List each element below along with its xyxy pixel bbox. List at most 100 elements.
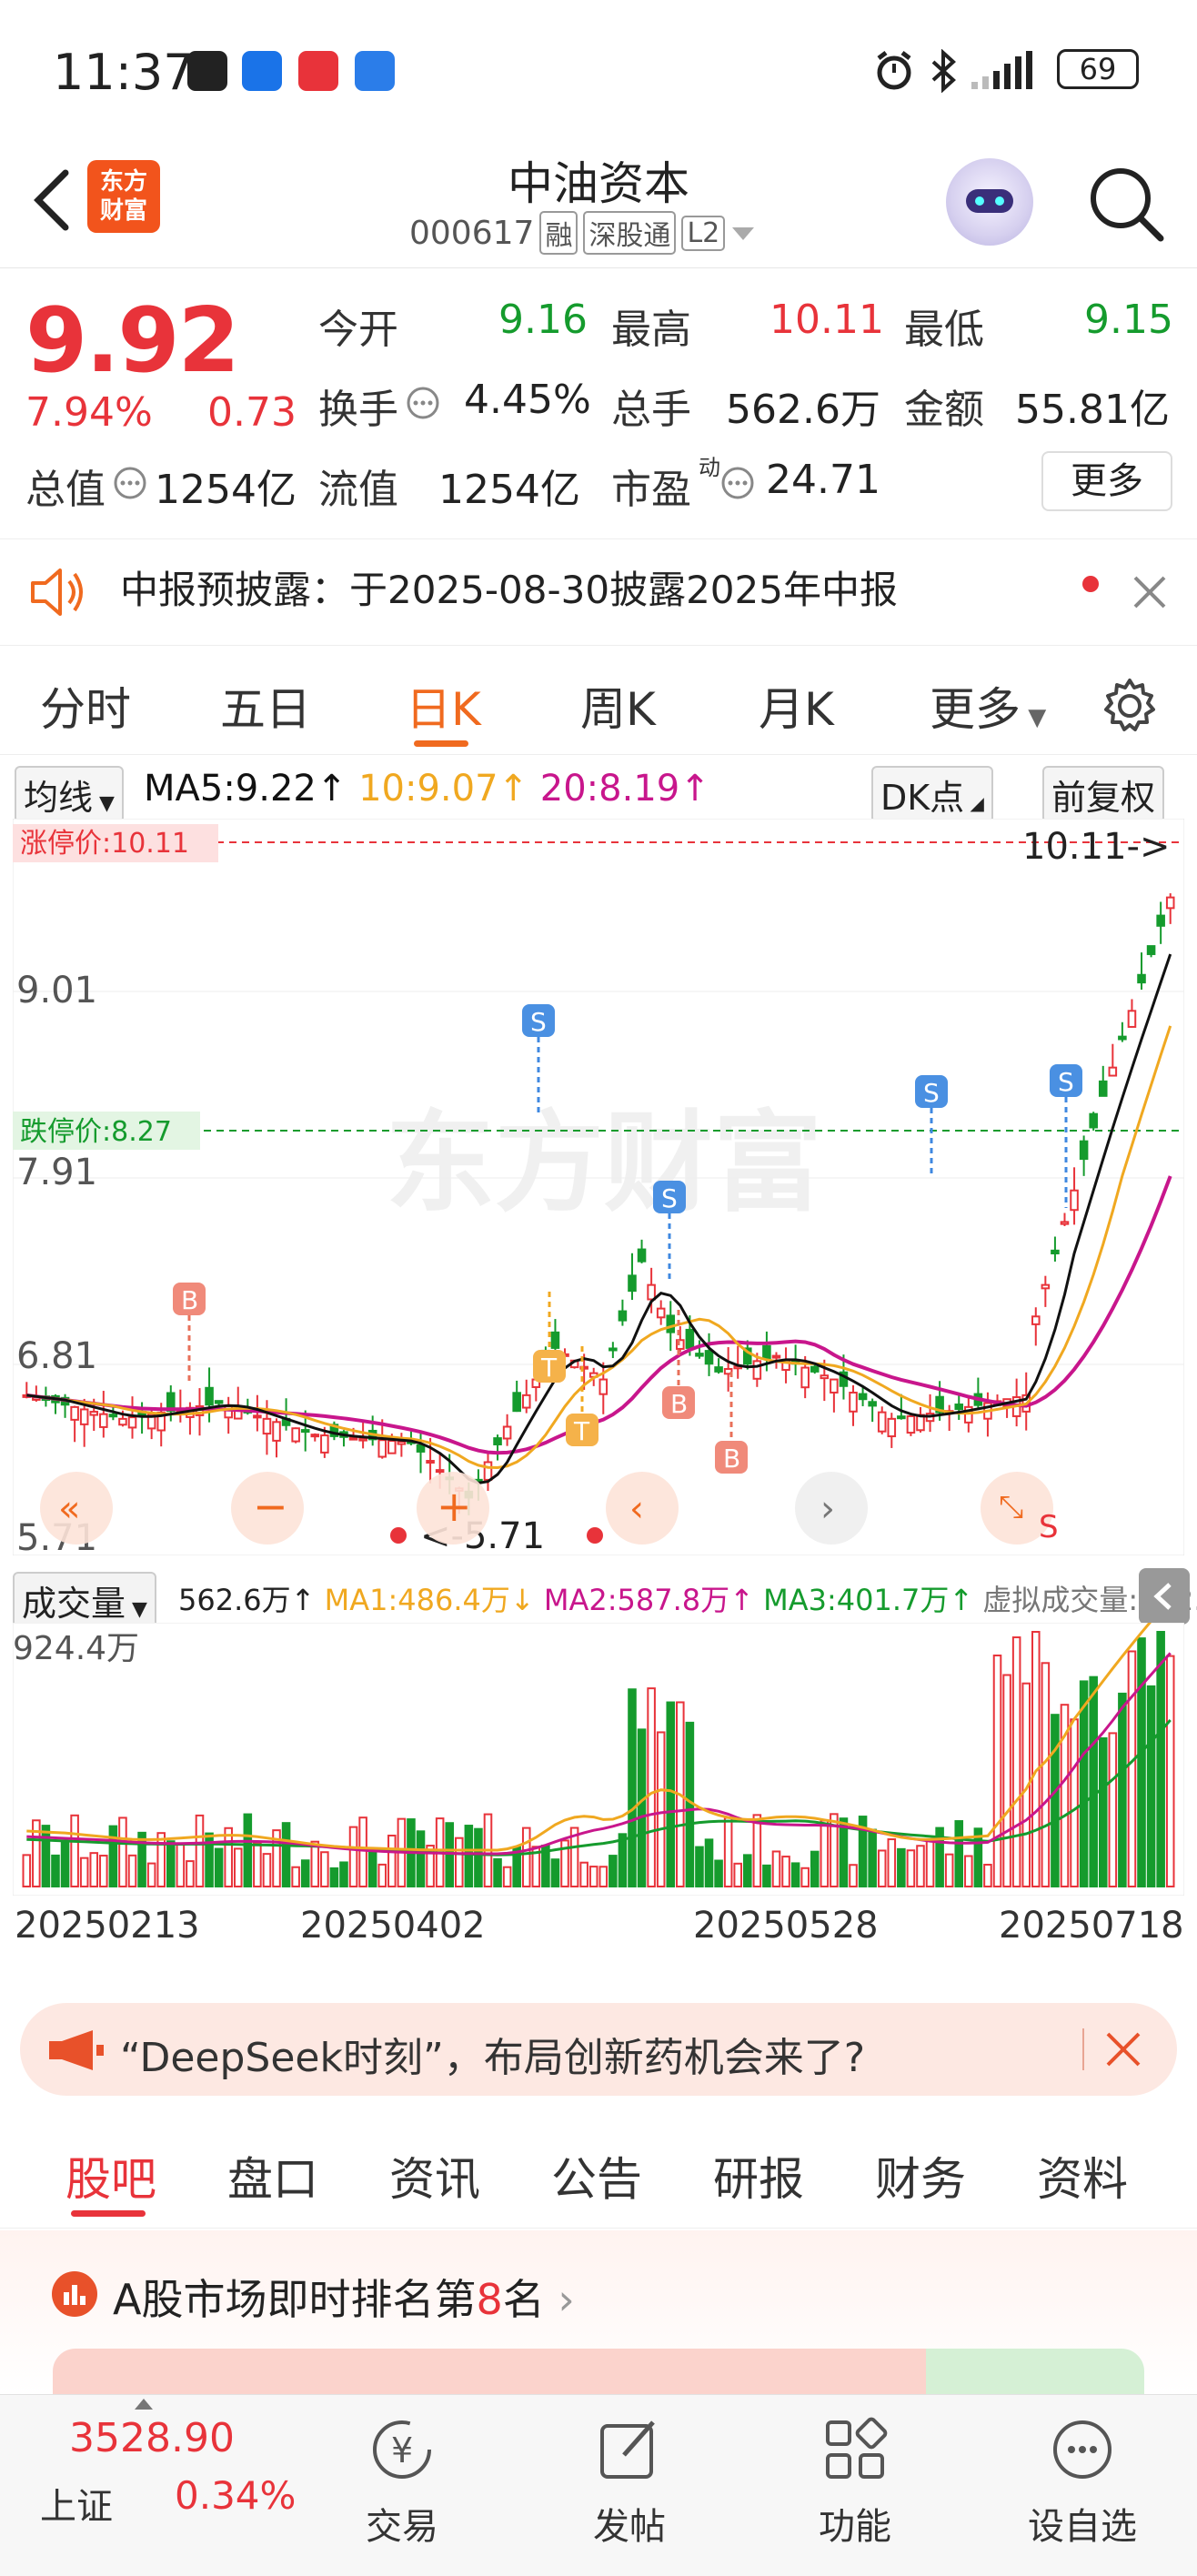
volume-bar [944,1853,954,1888]
chevron-right-icon: › [544,2275,575,2324]
dk-point-button[interactable]: DK点 ◢ [871,766,993,823]
info-dots-icon[interactable] [720,466,755,500]
svg-text:B: B [670,1389,688,1419]
volume-ma2: MA2:587.8万↑ [543,1583,754,1617]
tab-financials[interactable]: 财务 [875,2143,966,2209]
candle-body [320,1434,329,1454]
nav-post[interactable]: 发帖 [557,2413,702,2550]
info-dots-icon[interactable] [113,466,147,500]
volume-bar [647,1687,656,1888]
ma-selector[interactable]: 均线 ▼ [15,766,124,823]
volume-bar [22,1854,32,1888]
volume-bar [118,1816,127,1887]
candle-body [1060,1221,1070,1225]
volume-bar [1041,1662,1051,1887]
tab-order-book[interactable]: 盘口 [227,2143,318,2209]
volume-bar [906,1849,916,1888]
pe-dynamic-mark: 动 [699,455,720,480]
collapse-panel-button[interactable] [1139,1568,1190,1625]
notice-bar[interactable]: 中报预披露：于2025-08-30披露2025年中报 [0,538,1197,646]
adjust-button[interactable]: 前复权 [1042,766,1165,823]
volume-bar [550,1858,560,1887]
settings-gear-icon[interactable] [1101,677,1159,735]
volume-bar [291,1866,300,1887]
candle-body [1031,1315,1041,1325]
tab-weekly-k[interactable]: 周K [580,673,656,739]
candle-body [714,1366,723,1373]
low-value: 9.15 [1084,297,1173,343]
tab-research[interactable]: 研报 [713,2143,804,2209]
tab-intraday[interactable]: 分时 [40,673,131,739]
total-volume-label: 总手 [611,387,691,433]
stock-code-row[interactable]: 000617 融 深股通 L2 [409,211,756,255]
ai-robot-avatar[interactable] [946,158,1033,246]
volume-bar [1002,1674,1011,1887]
nav-functions[interactable]: 功能 [782,2413,928,2550]
tab-forum[interactable]: 股吧 [65,2143,156,2209]
kline-chart[interactable]: 东方财富 涨停价:10.11 跌停价:8.27 9.01 7.91 6.81 5… [13,819,1184,1555]
turnover-value: 4.45% [464,377,591,423]
volume-bar [887,1838,897,1887]
status-bar: 11:37 69 [0,0,1197,136]
volume-bar [214,1847,224,1888]
megaphone-icon [49,2030,104,2070]
volume-bar [1011,1636,1021,1888]
svg-text:B: B [181,1285,198,1315]
tab-news[interactable]: 资讯 [389,2143,480,2209]
volume-bar [79,1857,89,1887]
svg-text:S: S [1058,1067,1074,1097]
promo-banner[interactable]: “DeepSeek时刻”，布局创新药机会来了? [20,2003,1177,2096]
volume-bar [416,1830,426,1888]
change-amount: 0.73 [207,389,297,436]
yuan-coin-icon: ¥ [373,2420,431,2479]
candle-body [127,1416,137,1429]
info-dots-icon[interactable] [406,386,440,420]
ma5-value: MA5:9.22↑ [144,768,347,810]
candle-body [262,1417,272,1435]
volume-bar [714,1859,723,1888]
volume-bar [493,1857,502,1888]
candle-body [868,1401,877,1407]
tab-announcements[interactable]: 公告 [551,2143,642,2209]
tab-five-day[interactable]: 五日 [220,673,311,739]
close-icon[interactable] [1102,2028,1144,2070]
more-quote-button[interactable]: 更多 [1041,451,1172,511]
close-icon[interactable] [1130,572,1170,612]
volume-bar [146,1862,156,1888]
volume-selector[interactable]: 成交量 ▼ [13,1572,156,1629]
rank-card[interactable]: A股市场即时排名第8名 › [0,2230,1197,2394]
tab-profile[interactable]: 资料 [1037,2143,1128,2209]
search-icon[interactable] [1084,162,1166,244]
volume-bar [849,1864,858,1888]
more-dots-icon [1053,2420,1112,2479]
volume-bar [704,1838,714,1888]
pe-value: 24.71 [766,457,880,503]
tab-daily-k[interactable]: 日K [406,673,481,739]
date-label: 20250718 [999,1905,1184,1947]
date-label: 20250528 [693,1905,879,1947]
candle-body [502,1425,512,1440]
volume-bar [464,1825,474,1887]
unread-dot [1082,576,1099,592]
volume-bar [916,1845,925,1888]
nav-watchlist[interactable]: 设自选 [1010,2413,1155,2550]
index-ticker[interactable]: 3528.90 上证 0.34% [0,2395,300,2576]
level2-tag: L2 [681,215,726,251]
nav-trade[interactable]: ¥ 交易 [329,2413,475,2550]
candle-body [1051,1249,1060,1255]
alert-notification-icon [298,51,338,91]
volume-bar [1156,1631,1165,1887]
limit-down-label: 跌停价:8.27 [20,1116,172,1148]
margin-tag: 融 [539,211,578,255]
tab-more[interactable]: 更多 ▼ [930,673,1046,739]
expand-icon: ⤡ [999,1489,1023,1525]
alarm-icon [877,51,911,90]
svg-text:S: S [661,1183,678,1213]
candle-body [550,1331,560,1349]
tab-monthly-k[interactable]: 月K [759,673,834,739]
volume-chart[interactable]: 924.4万 [13,1623,1184,1896]
candle-body [762,1344,771,1360]
volume-bar [310,1840,320,1888]
watermark: 东方财富 [386,1101,822,1227]
volume-ma1: MA1:486.4万↓ [324,1583,535,1617]
